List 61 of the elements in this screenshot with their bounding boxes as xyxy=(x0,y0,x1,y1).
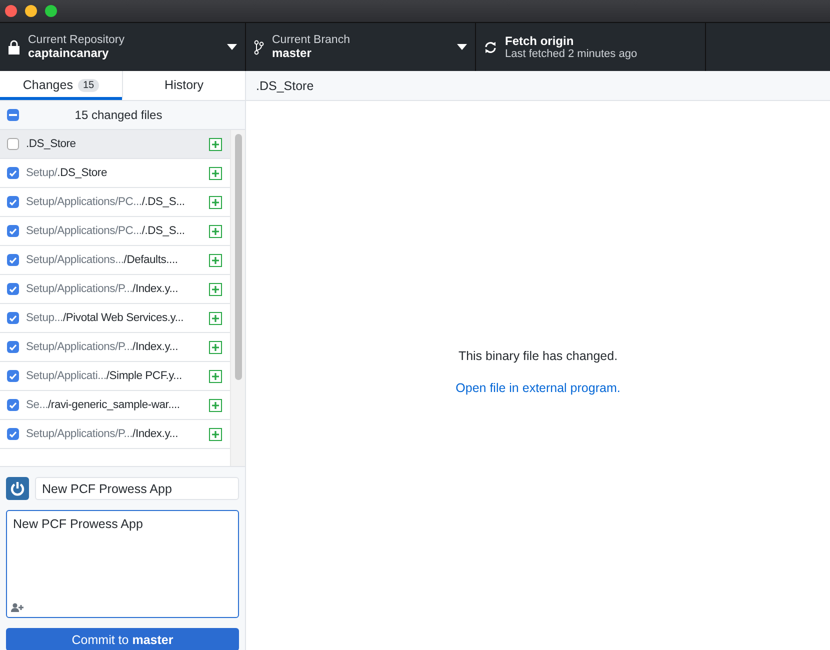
scrollbar-thumb[interactable] xyxy=(234,134,242,380)
checkbox[interactable] xyxy=(7,312,19,324)
branch-label: Current Branch xyxy=(272,34,351,46)
repository-label: Current Repository xyxy=(28,34,126,46)
binary-file-message: This binary file has changed. xyxy=(458,349,618,363)
changed-files-count: 15 changed files xyxy=(74,108,164,122)
file-path: .DS_Store xyxy=(26,138,77,150)
add-person-icon[interactable] xyxy=(11,603,24,612)
count-badge: 15 xyxy=(78,78,100,92)
file-path: Setup/Applications/P.../Index.y... xyxy=(26,283,180,295)
added-icon xyxy=(209,370,222,382)
added-icon xyxy=(209,282,222,296)
file-path: Setup/Applications/P.../Index.y... xyxy=(26,341,180,353)
dash-icon xyxy=(9,114,17,116)
added-icon xyxy=(209,166,222,180)
avatar-icon xyxy=(6,477,29,500)
added-icon xyxy=(209,398,222,412)
checkbox[interactable] xyxy=(7,283,19,295)
sync-icon xyxy=(484,40,497,54)
open-external-link[interactable]: Open file in external program. xyxy=(456,381,620,395)
branch-name: master xyxy=(272,46,312,60)
repository-name: captaincanary xyxy=(28,46,110,60)
checkbox[interactable] xyxy=(7,341,19,353)
select-all-checkbox[interactable] xyxy=(7,109,19,121)
file-path: Setup/Applications.../Defaults.... xyxy=(26,254,179,266)
file-row[interactable]: .DS_Store xyxy=(0,130,230,159)
checkbox[interactable] xyxy=(7,399,19,411)
file-path: Setup/Applications/PC.../.DS_S... xyxy=(26,225,186,237)
file-path: Setup/Applications/PC.../.DS_S... xyxy=(26,196,186,208)
description-field[interactable]: New PCF Prowess App xyxy=(6,510,239,618)
checkbox[interactable] xyxy=(7,167,19,179)
file-path: Setup/Applicati.../Simple PCF.y... xyxy=(26,370,183,382)
window-zoom-button[interactable] xyxy=(45,5,57,17)
added-icon xyxy=(209,224,222,238)
added-icon xyxy=(209,428,222,440)
window-close-button[interactable] xyxy=(5,5,17,17)
checkbox[interactable] xyxy=(7,428,19,440)
fetch-status: Last fetched 2 minutes ago xyxy=(505,48,638,60)
checkbox[interactable] xyxy=(7,196,19,208)
added-icon xyxy=(209,138,222,150)
file-path: Setup.../Pivotal Web Services.y... xyxy=(26,312,185,324)
lock-icon xyxy=(8,40,20,54)
branch-icon xyxy=(254,40,264,54)
file-path: Setup/Applications/P.../Index.y... xyxy=(26,428,180,440)
commit-button[interactable]: Commit to master xyxy=(6,628,239,650)
window-minimize-button[interactable] xyxy=(25,5,37,17)
caret-icon xyxy=(227,44,237,50)
caret-icon xyxy=(457,44,467,50)
added-icon xyxy=(209,340,222,354)
fetch-title: Fetch origin xyxy=(505,34,575,48)
added-icon xyxy=(209,254,222,266)
checkbox[interactable] xyxy=(7,370,19,382)
checkbox[interactable] xyxy=(7,138,19,150)
added-icon xyxy=(209,196,222,208)
checkbox[interactable] xyxy=(7,254,19,266)
summary-field[interactable]: New PCF Prowess App xyxy=(35,477,239,500)
added-icon xyxy=(209,312,222,324)
file-path: Se.../ravi-generic_sample-war.... xyxy=(26,399,181,411)
file-name: .DS_Store xyxy=(256,78,314,92)
file-path: Setup/.DS_Store xyxy=(26,167,108,179)
checkbox[interactable] xyxy=(7,225,19,237)
